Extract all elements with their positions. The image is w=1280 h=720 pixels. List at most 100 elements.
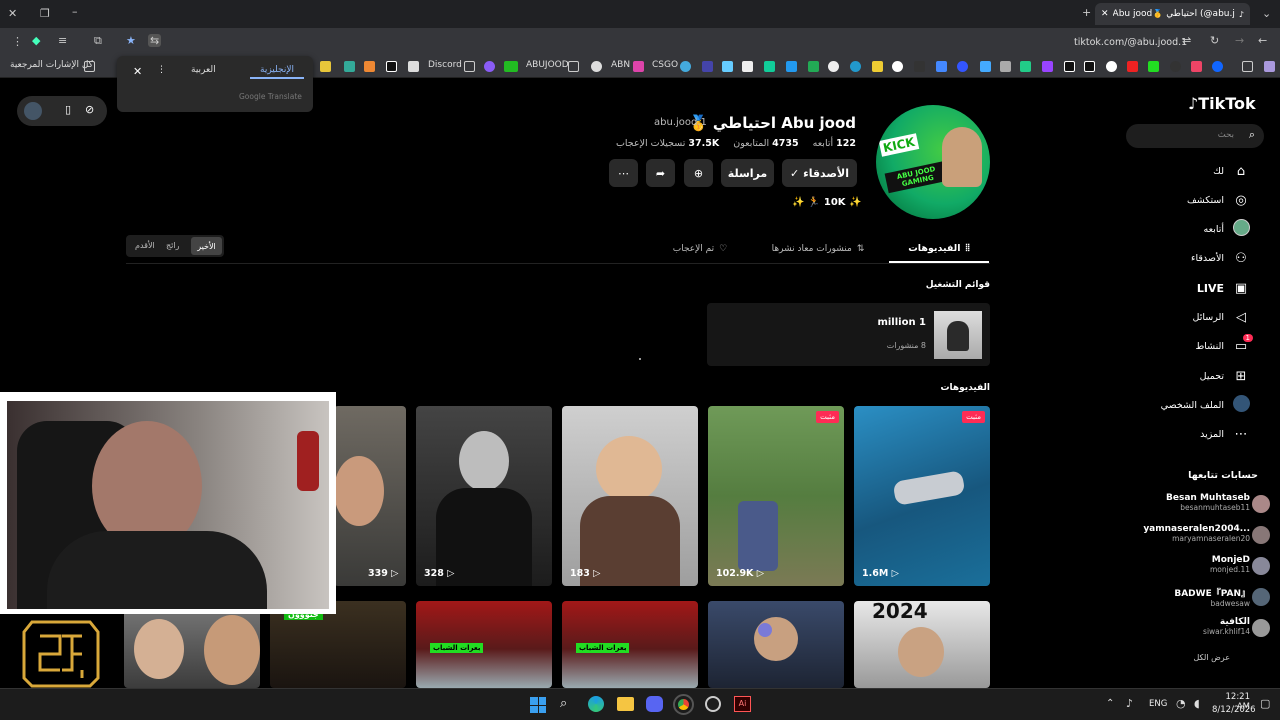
stat-following[interactable]: 122 أتابعه bbox=[813, 138, 856, 149]
nav-upload[interactable]: ⊞ تحميل bbox=[1200, 366, 1250, 386]
bookmark-icon[interactable] bbox=[808, 61, 819, 72]
discord-icon[interactable] bbox=[646, 696, 663, 712]
search-icon[interactable]: ⌕ bbox=[1249, 128, 1255, 142]
nav-live[interactable]: ▣ LIVE bbox=[1197, 278, 1250, 298]
tab-videos[interactable]: ⦙⦙ الفيديوهات bbox=[889, 235, 989, 263]
file-explorer-icon[interactable] bbox=[617, 697, 634, 711]
bookmark-icon[interactable] bbox=[828, 61, 839, 72]
compass-icon[interactable]: ⊘ bbox=[85, 103, 94, 116]
search-input[interactable]: بحث bbox=[1218, 130, 1234, 140]
x-icon[interactable] bbox=[1064, 61, 1075, 72]
reload-icon[interactable]: ↻ bbox=[1210, 35, 1219, 46]
following-account[interactable]: BADWE『PAN』 badwesaw bbox=[1174, 586, 1270, 608]
video-card[interactable] bbox=[708, 601, 844, 688]
tab-english[interactable]: الإنجليزية bbox=[250, 65, 304, 79]
bookmark-icon[interactable] bbox=[504, 61, 518, 72]
nav-profile[interactable]: الملف الشخصي bbox=[1161, 394, 1250, 415]
video-card[interactable]: 183 ▷ bbox=[562, 406, 698, 586]
bookmark-icon[interactable] bbox=[344, 61, 355, 72]
avatar-icon[interactable] bbox=[24, 102, 42, 120]
video-card[interactable]: بعرات الشباب bbox=[416, 601, 552, 688]
chrome-icon[interactable] bbox=[673, 694, 694, 715]
menu-icon[interactable]: ⋮ bbox=[12, 36, 23, 47]
threads-icon[interactable] bbox=[1170, 61, 1181, 72]
bookmark-star-icon[interactable]: ★ bbox=[126, 35, 136, 46]
following-account[interactable]: MonjeD monjed.11 bbox=[1210, 555, 1270, 575]
edge-icon[interactable] bbox=[588, 696, 604, 712]
all-bookmarks[interactable]: كل الإشارات المرجعية bbox=[10, 60, 93, 70]
bookmark-icon[interactable] bbox=[1042, 61, 1053, 72]
forward-icon[interactable]: → bbox=[1235, 35, 1244, 46]
profile-avatar[interactable]: KICK ABU JOOD GAMING bbox=[876, 105, 990, 219]
bookmark-icon[interactable] bbox=[764, 61, 775, 72]
tray-chevron-icon[interactable]: ⌃ bbox=[1106, 698, 1114, 709]
video-card[interactable] bbox=[124, 601, 260, 688]
bookmark-icon[interactable] bbox=[1020, 61, 1031, 72]
tiktok-bookmark-icon[interactable] bbox=[386, 61, 397, 72]
bookmark-icon[interactable] bbox=[484, 61, 495, 72]
bookmark-icon[interactable] bbox=[633, 61, 644, 72]
bookmark-icon[interactable] bbox=[742, 61, 753, 72]
add-friend-icon[interactable]: ⊕ bbox=[684, 159, 713, 187]
bookmark-icon[interactable] bbox=[722, 61, 733, 72]
video-card[interactable]: 328 ▷ bbox=[416, 406, 552, 586]
window-minimize-icon[interactable]: – bbox=[72, 6, 78, 17]
bookmark-csgo[interactable]: CSGO bbox=[652, 60, 678, 70]
stat-followers[interactable]: 4735 المتابعون bbox=[733, 138, 798, 149]
tab-arabic[interactable]: العربية bbox=[191, 65, 216, 75]
video-card[interactable]: 2024 bbox=[854, 601, 990, 688]
back-icon[interactable]: ← bbox=[1258, 35, 1267, 46]
window-close-icon[interactable]: ✕ bbox=[8, 8, 17, 19]
bookmark-icon[interactable] bbox=[786, 61, 797, 72]
following-account[interactable]: Besan Muhtaseb besanmuhtaseb11 bbox=[1166, 493, 1270, 513]
bookmark-icon[interactable] bbox=[408, 61, 419, 72]
bookmark-icon[interactable] bbox=[364, 61, 375, 72]
bookmark-icon[interactable] bbox=[980, 61, 991, 72]
site-info-icon[interactable]: ⇌ bbox=[1182, 35, 1191, 46]
bookmark-icon[interactable] bbox=[892, 61, 903, 72]
reading-list-icon[interactable]: ≡ bbox=[58, 35, 67, 46]
search-icon[interactable]: ⌕ bbox=[560, 696, 567, 711]
bookmark-icon[interactable] bbox=[320, 61, 331, 72]
phone-icon[interactable]: ▯ bbox=[65, 103, 71, 116]
windows-start-icon[interactable] bbox=[530, 697, 546, 713]
message-button[interactable]: مراسلة bbox=[721, 159, 774, 187]
bookmark-icon[interactable] bbox=[680, 61, 691, 72]
google-icon[interactable] bbox=[1106, 61, 1117, 72]
bookmark-icon[interactable] bbox=[872, 61, 883, 72]
instagram-icon[interactable] bbox=[1191, 61, 1202, 72]
bookmark-abn[interactable]: ABN bbox=[611, 60, 630, 70]
video-card[interactable]: مثبت 102.9K ▷ bbox=[708, 406, 844, 586]
new-tab-icon[interactable]: + bbox=[1082, 7, 1091, 18]
microphone-icon[interactable]: ♪ bbox=[1126, 697, 1133, 710]
see-all-link[interactable]: عرض الكل bbox=[1193, 653, 1230, 662]
friends-button[interactable]: الأصدقاء ✓ bbox=[782, 159, 857, 187]
tab-reposts[interactable]: ⇅ منشورات معاد نشرها bbox=[758, 235, 878, 263]
bookmark-abujood[interactable]: ABUJOOD bbox=[526, 60, 569, 70]
extension-icon[interactable]: ◆ bbox=[32, 35, 40, 46]
video-card[interactable]: 339 ▷ bbox=[334, 406, 406, 586]
share-icon[interactable]: ➦ bbox=[646, 159, 675, 187]
volume-icon[interactable]: ◖ bbox=[1194, 697, 1200, 710]
nav-friends[interactable]: ⚇ الأصدقاء bbox=[1191, 248, 1250, 268]
wifi-icon[interactable]: ◔ bbox=[1176, 697, 1186, 710]
extensions-puzzle-icon[interactable]: ⧉ bbox=[94, 35, 102, 46]
notifications-icon[interactable]: ▢ bbox=[1260, 697, 1270, 710]
obs-icon[interactable] bbox=[705, 696, 721, 712]
sort-oldest[interactable]: الأقدم bbox=[135, 241, 155, 250]
nav-following[interactable]: أتابعه bbox=[1204, 218, 1251, 239]
active-tab[interactable]: ✕ Abu jood🥇 احتياطي (@abu.jood.1 ♪ bbox=[1095, 3, 1250, 25]
bookmark-icon[interactable] bbox=[1264, 61, 1275, 72]
nav-more[interactable]: ⋯ المزيد bbox=[1200, 424, 1250, 444]
sort-latest[interactable]: الأخير bbox=[191, 237, 222, 255]
video-card[interactable]: جنووون bbox=[270, 601, 406, 688]
nav-for-you[interactable]: ⌂ لك bbox=[1213, 161, 1250, 181]
tab-liked[interactable]: ♡ تم الإعجاب bbox=[660, 235, 740, 263]
nav-activity[interactable]: ▭ 1 النشاط bbox=[1195, 333, 1253, 356]
sort-popular[interactable]: رائج bbox=[166, 241, 179, 250]
bookmark-icon[interactable] bbox=[957, 61, 968, 72]
bookmark-discord[interactable]: Discord bbox=[428, 60, 462, 70]
bookmark-icon[interactable] bbox=[1000, 61, 1011, 72]
close-icon[interactable]: ✕ bbox=[133, 65, 142, 78]
tiktok-logo[interactable]: ♪TikTok bbox=[1188, 94, 1256, 113]
